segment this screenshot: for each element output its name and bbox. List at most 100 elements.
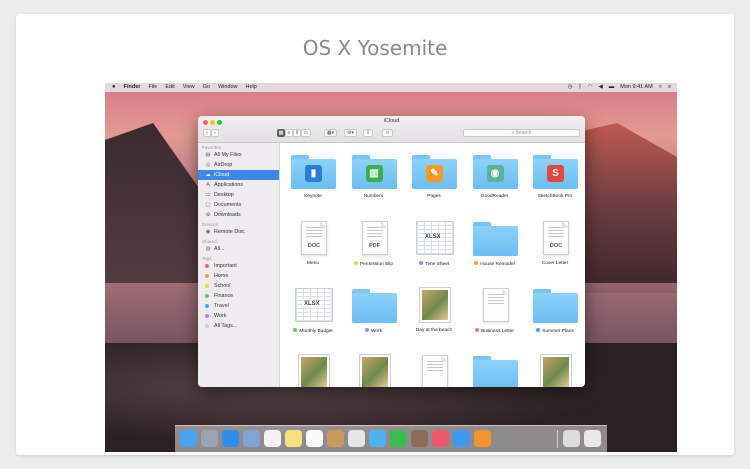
- menu-window[interactable]: Window: [218, 83, 238, 92]
- ibooks-icon[interactable]: [474, 430, 491, 447]
- cover-flow-button[interactable]: ▭: [301, 129, 311, 137]
- sidebar-item-all-tags[interactable]: All Tags...: [198, 321, 279, 331]
- folder-icon: ✎: [412, 155, 457, 189]
- preview-icon[interactable]: [243, 430, 260, 447]
- search-input[interactable]: ⌕ Search: [463, 129, 580, 137]
- file-item-partial-18[interactable]: [465, 352, 525, 387]
- photo-booth-icon[interactable]: [411, 430, 428, 447]
- file-label: Menu: [281, 261, 345, 266]
- sidebar-item-label: Applications: [214, 182, 244, 188]
- apple-icon[interactable]: ●: [112, 83, 116, 92]
- arrange-button[interactable]: ▦▾: [324, 129, 337, 137]
- file-label-text: Cover Letter: [541, 261, 569, 266]
- menu-app-name[interactable]: Finder: [124, 83, 141, 92]
- file-item-work[interactable]: Work: [344, 285, 404, 341]
- file-item-day-at-the-beach[interactable]: Day at the beach: [404, 285, 464, 341]
- file-item-partial-17[interactable]: [404, 352, 464, 387]
- column-view-button[interactable]: ⫴: [293, 129, 301, 137]
- menu-view[interactable]: View: [183, 83, 195, 92]
- menu-file[interactable]: File: [148, 83, 157, 92]
- notification-center-icon[interactable]: ≡: [668, 83, 671, 92]
- launchpad-icon[interactable]: [201, 430, 218, 447]
- sidebar-item-downloads[interactable]: ⊕ Downloads: [198, 210, 279, 220]
- spreadsheet-icon: XLSX: [416, 221, 454, 255]
- file-label: Time Sheet: [402, 261, 466, 267]
- sidebar-item-airdrop[interactable]: ◎ AirDrop: [198, 160, 279, 170]
- file-item-summer-plans[interactable]: Summer Plans: [525, 285, 585, 341]
- file-label-text: Pages: [427, 194, 441, 199]
- action-button[interactable]: ⚙▾: [344, 129, 357, 137]
- file-item-partial-16[interactable]: [344, 352, 404, 387]
- photo-thumbnail-icon: [540, 354, 572, 387]
- applications-icon: A: [206, 182, 210, 188]
- sidebar-item-all[interactable]: ◍ All...: [198, 244, 279, 254]
- file-item-menu[interactable]: DOC Menu: [283, 218, 343, 274]
- sidebar-item-documents[interactable]: ▢ Documents: [198, 200, 279, 210]
- sidebar-item-icloud[interactable]: ☁ iCloud: [198, 170, 279, 180]
- facetime-icon[interactable]: [390, 430, 407, 447]
- file-grid: ▮ Keynote ▥ Numbers ✎ Pages ◉ GoodReader S Sketch…: [281, 143, 585, 387]
- file-extension: DOC: [549, 243, 563, 249]
- volume-icon[interactable]: ◀: [599, 83, 603, 92]
- documents-stack-icon[interactable]: [563, 430, 580, 447]
- sidebar-item-travel[interactable]: Travel: [198, 301, 279, 311]
- app-store-icon[interactable]: [453, 430, 470, 447]
- sidebar-item-label: Travel: [214, 303, 229, 309]
- file-item-numbers[interactable]: ▥ Numbers: [344, 151, 404, 207]
- icon-view-button[interactable]: ▦: [277, 129, 285, 137]
- file-item-partial-15[interactable]: [283, 352, 343, 387]
- file-item-pages[interactable]: ✎ Pages: [404, 151, 464, 207]
- time-machine-icon[interactable]: ◷: [568, 83, 573, 92]
- file-item-sketchbook-pro[interactable]: S SketchBook Pro: [525, 151, 585, 207]
- menu-go[interactable]: Go: [203, 83, 210, 92]
- sidebar-item-home[interactable]: Home: [198, 271, 279, 281]
- safari-icon[interactable]: [222, 430, 239, 447]
- file-item-permission-slip[interactable]: PDF Permission Slip: [344, 218, 404, 274]
- itunes-icon[interactable]: [432, 430, 449, 447]
- finder-icon[interactable]: [180, 430, 197, 447]
- share-button[interactable]: ⇧: [363, 129, 373, 137]
- file-label: Cover Letter: [523, 261, 585, 266]
- file-item-monthly-budget[interactable]: XLSX Monthly Budget: [283, 285, 343, 341]
- sidebar-item-work[interactable]: Work: [198, 311, 279, 321]
- file-item-cover-letter[interactable]: DOC Cover Letter: [525, 218, 585, 274]
- file-label-text: Numbers: [363, 194, 384, 199]
- list-view-button[interactable]: ≡: [285, 129, 293, 137]
- dock: [175, 425, 607, 452]
- sidebar-item-all-my-files[interactable]: ▤ All My Files: [198, 150, 279, 160]
- photos-icon[interactable]: [348, 430, 365, 447]
- sidebar-item-finance[interactable]: Finance: [198, 291, 279, 301]
- sidebar-item-applications[interactable]: A Applications: [198, 180, 279, 190]
- trash-icon[interactable]: [584, 430, 601, 447]
- sidebar-item-desktop[interactable]: ▭ Desktop: [198, 190, 279, 200]
- spreadsheet-icon: XLSX: [295, 288, 333, 322]
- forward-button[interactable]: ›: [211, 129, 219, 137]
- sidebar-item-remote-disc[interactable]: ◉ Remote Disc: [198, 227, 279, 237]
- back-button[interactable]: ‹: [203, 129, 211, 137]
- file-item-goodreader[interactable]: ◉ GoodReader: [465, 151, 525, 207]
- wifi-icon[interactable]: ◠: [588, 83, 593, 92]
- tags-button[interactable]: ⌑: [382, 129, 393, 137]
- system-preferences-icon[interactable]: [495, 430, 512, 447]
- file-label-text: Permission Slip: [359, 262, 394, 267]
- file-item-keynote[interactable]: ▮ Keynote: [283, 151, 343, 207]
- file-item-business-letter[interactable]: Business Letter: [465, 285, 525, 341]
- spotlight-icon[interactable]: ⌕: [659, 83, 662, 92]
- file-item-partial-19[interactable]: [525, 352, 585, 387]
- contacts-icon[interactable]: [327, 430, 344, 447]
- file-item-house-remodel[interactable]: House Remodel: [465, 218, 525, 274]
- sidebar-item-school[interactable]: School: [198, 281, 279, 291]
- folder-icon: ◉: [472, 155, 518, 189]
- menu-help[interactable]: Help: [246, 83, 257, 92]
- calendar-icon[interactable]: [264, 430, 281, 447]
- battery-icon[interactable]: ▬: [609, 83, 615, 92]
- reminders-icon[interactable]: [306, 430, 323, 447]
- bluetooth-icon[interactable]: ᛒ: [578, 83, 581, 92]
- file-item-time-sheet[interactable]: XLSX Time Sheet: [404, 218, 464, 274]
- sidebar-item-important[interactable]: Important: [198, 261, 279, 271]
- notes-icon[interactable]: [285, 430, 302, 447]
- file-label: Work: [342, 328, 406, 334]
- messages-icon[interactable]: [369, 430, 386, 447]
- menu-clock[interactable]: Mon 9:41 AM: [620, 83, 652, 92]
- menu-edit[interactable]: Edit: [165, 83, 174, 92]
